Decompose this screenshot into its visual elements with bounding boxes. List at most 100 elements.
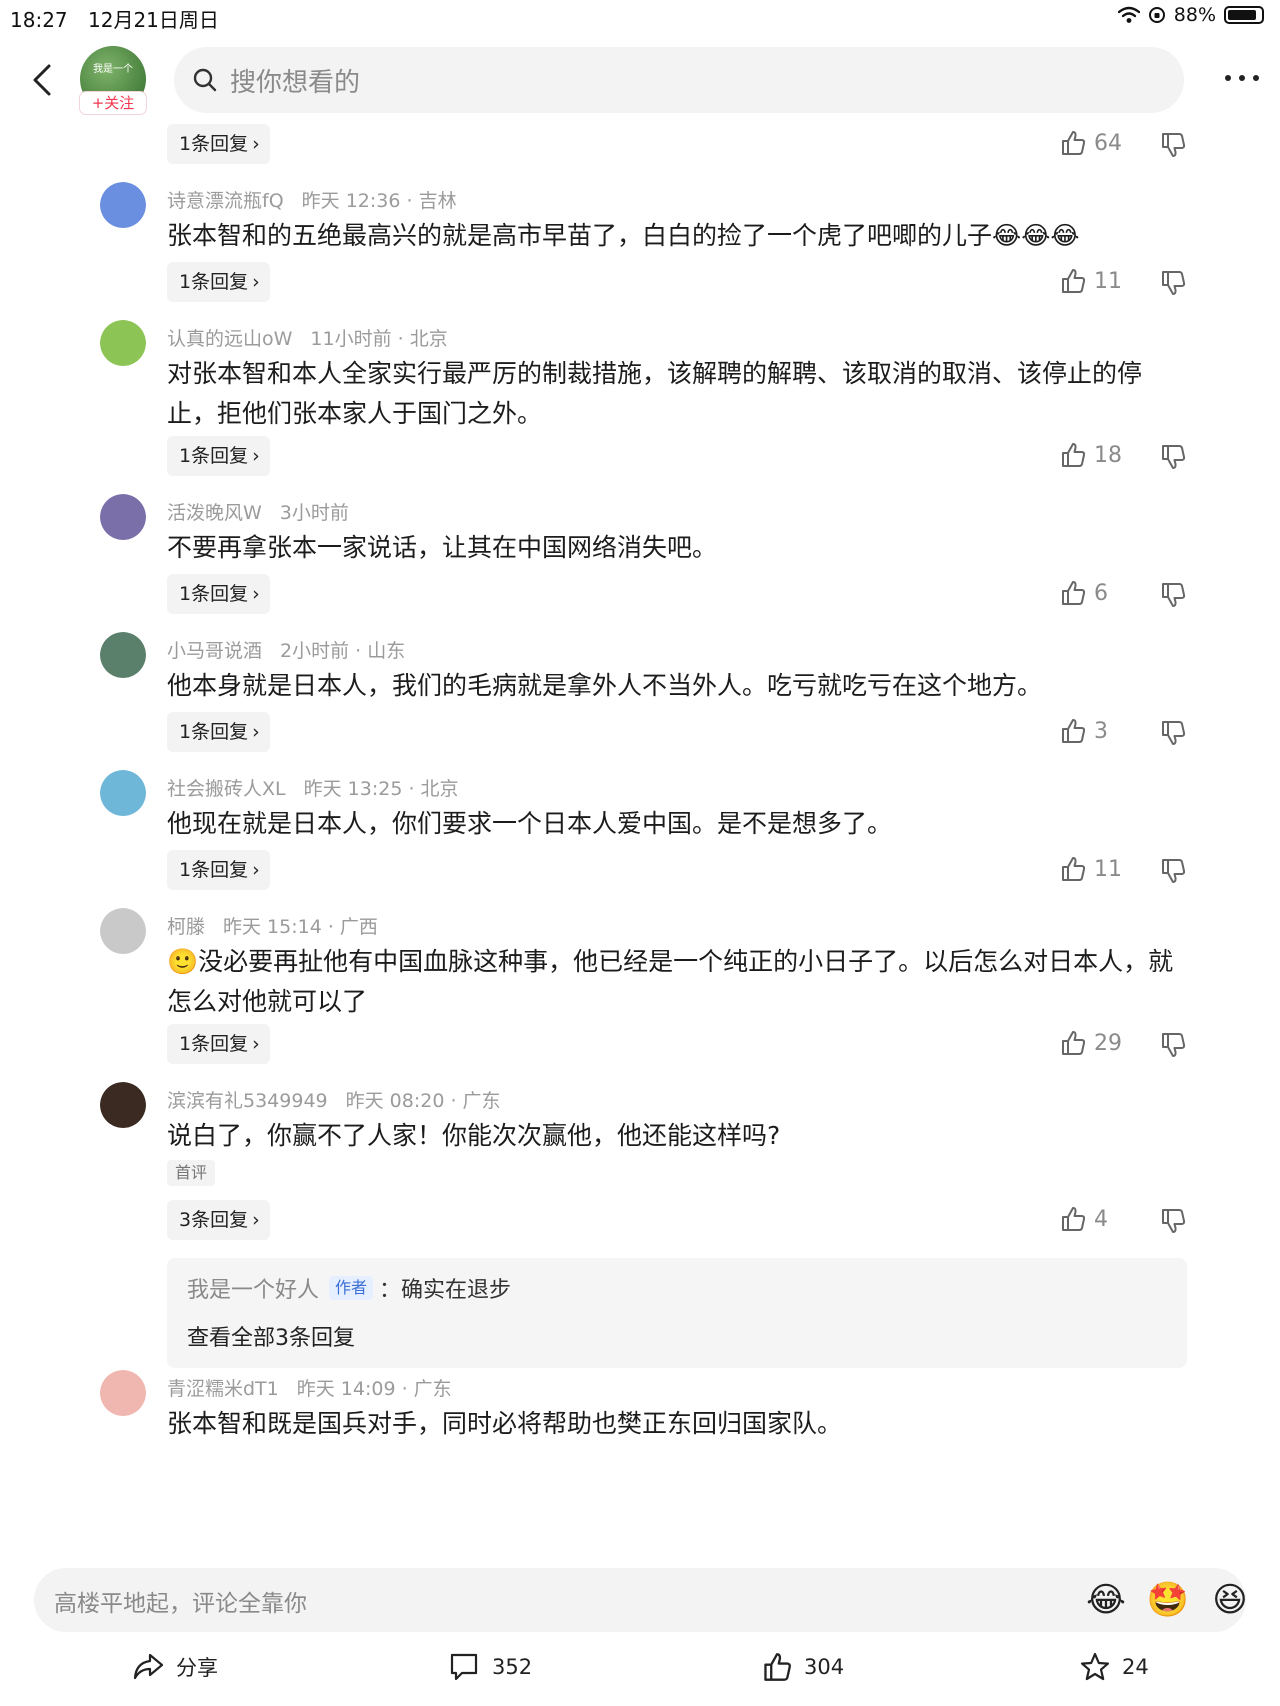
comment-actions: 1条回复 › 11: [0, 262, 1280, 302]
status-bar: 18:27 12月21日周日 88%: [0, 0, 1280, 34]
like-button[interactable]: 18: [1060, 442, 1122, 468]
like-count: 6: [1094, 580, 1108, 606]
username[interactable]: 诗意漂流瓶fQ: [167, 190, 284, 212]
avatar[interactable]: [100, 632, 146, 678]
reply-username[interactable]: 我是一个好人: [187, 1272, 319, 1304]
view-replies-button[interactable]: 3条回复 ›: [167, 1200, 270, 1240]
view-replies-button[interactable]: 1条回复 ›: [167, 124, 270, 164]
like-count: 64: [1094, 130, 1122, 156]
chevron-left-icon: [33, 64, 51, 96]
wifi-icon: [1117, 6, 1140, 23]
dislike-button[interactable]: [1160, 270, 1186, 300]
comment-text: 他现在就是日本人，你们要求一个日本人爱中国。是不是想多了。: [167, 809, 893, 838]
chevron-right-icon: ›: [252, 583, 260, 605]
username[interactable]: 社会搬砖人XL: [167, 778, 286, 800]
avatar-bg: [100, 1370, 146, 1416]
like-button[interactable]: 3: [1060, 718, 1108, 744]
username[interactable]: 认真的远山oW: [167, 328, 292, 350]
avatar-bg: [100, 770, 146, 816]
dislike-button[interactable]: [1160, 582, 1186, 612]
dislike-button[interactable]: [1160, 132, 1186, 162]
comment-meta: 青涩糯米dT1 昨天 14:09 · 广东: [167, 1374, 452, 1401]
comments-button[interactable]: 352: [448, 1652, 532, 1682]
comment-feed[interactable]: 1条回复 › 64 诗意漂流瓶fQ 昨天 12:36 · 吉林 张本智和的五绝最高…: [0, 124, 1280, 1572]
like-button[interactable]: 29: [1060, 1030, 1122, 1056]
like-count: 3: [1094, 718, 1108, 744]
follow-button[interactable]: +关注: [80, 92, 146, 114]
search-placeholder: 搜你想看的: [230, 68, 361, 98]
avatar[interactable]: [100, 1370, 146, 1416]
dislike-button[interactable]: [1160, 1208, 1186, 1238]
replies-count: 1条回复: [179, 271, 249, 293]
avatar[interactable]: [100, 182, 146, 228]
chevron-right-icon: ›: [252, 133, 260, 155]
avatar[interactable]: [100, 494, 146, 540]
laugh-emoji-button[interactable]: 😂: [1084, 1578, 1128, 1622]
like-button[interactable]: 64: [1060, 130, 1122, 156]
thumbs-up-icon: [1062, 581, 1086, 605]
avatar[interactable]: [100, 1082, 146, 1128]
avatar-bg: [100, 1082, 146, 1128]
avatar-bg: [100, 182, 146, 228]
replies-count: 1条回复: [179, 133, 249, 155]
view-replies-button[interactable]: 1条回复 ›: [167, 262, 270, 302]
username[interactable]: 活泼晚风W: [167, 502, 262, 524]
like-count: 11: [1094, 856, 1122, 882]
comment-meta: 活泼晚风W 3小时前: [167, 498, 349, 525]
thumbs-down-icon: [1162, 721, 1186, 745]
thumbs-up-icon: [1062, 1031, 1086, 1055]
like-button[interactable]: 11: [1060, 856, 1122, 882]
thumbs-down-icon: [1162, 859, 1186, 883]
view-replies-button[interactable]: 1条回复 ›: [167, 436, 270, 476]
star-eyes-emoji-button[interactable]: 🤩: [1146, 1578, 1190, 1622]
comment-meta: 柯滕 昨天 15:14 · 广西: [167, 912, 378, 939]
star-icon: [1080, 1652, 1110, 1681]
comment-actions: 1条回复 › 29: [0, 1024, 1280, 1064]
view-replies-button[interactable]: 1条回复 ›: [167, 850, 270, 890]
more-button[interactable]: [1222, 66, 1262, 90]
dislike-button[interactable]: [1160, 444, 1186, 474]
comment-text: 不要再拿张本一家说话，让其在中国网络消失吧。: [167, 533, 718, 562]
share-button[interactable]: 分享: [132, 1652, 218, 1682]
like-article-button[interactable]: 304: [762, 1652, 844, 1682]
comment-input-placeholder: 高楼平地起，评论全靠你: [54, 1591, 307, 1617]
like-button[interactable]: 11: [1060, 268, 1122, 294]
top-header: 我是一个 +关注 搜你想看的: [0, 38, 1280, 124]
username[interactable]: 柯滕: [167, 916, 205, 938]
chevron-right-icon: ›: [252, 1033, 260, 1055]
thumbs-up-icon: [764, 1653, 791, 1681]
view-replies-button[interactable]: 1条回复 ›: [167, 574, 270, 614]
dislike-button[interactable]: [1160, 858, 1186, 888]
like-button[interactable]: 4: [1060, 1206, 1108, 1232]
comment-actions: 1条回复 › 18: [0, 436, 1280, 476]
dislike-button[interactable]: [1160, 1032, 1186, 1062]
chevron-right-icon: ›: [252, 271, 260, 293]
avatar[interactable]: [100, 770, 146, 816]
view-all-replies-link[interactable]: 查看全部3条回复: [187, 1320, 355, 1352]
avatar[interactable]: [100, 320, 146, 366]
comment-text: 他本身就是日本人，我们的毛病就是拿外人不当外人。吃亏就吃亏在这个地方。: [167, 671, 1043, 700]
username[interactable]: 滨滨有礼5349949: [167, 1090, 328, 1112]
view-replies-button[interactable]: 1条回复 ›: [167, 1024, 270, 1064]
search-bar[interactable]: 搜你想看的: [174, 47, 1184, 113]
like-count: 29: [1094, 1030, 1122, 1056]
like-button[interactable]: 6: [1060, 580, 1108, 606]
dislike-button[interactable]: [1160, 720, 1186, 750]
replies-count: 1条回复: [179, 583, 249, 605]
avatar[interactable]: [100, 908, 146, 954]
replies-count: 1条回复: [179, 859, 249, 881]
username[interactable]: 青涩糯米dT1: [167, 1378, 279, 1400]
back-button[interactable]: [24, 60, 64, 100]
thumbs-down-icon: [1162, 1033, 1186, 1057]
author-avatar-text: 我是一个: [93, 64, 133, 75]
comment-time: 3小时前: [279, 502, 349, 524]
comment-actions: 1条回复 › 11: [0, 850, 1280, 890]
reply-preview[interactable]: 我是一个好人 作者 ：确实在退步 查看全部3条回复: [167, 1258, 1187, 1368]
favorite-button[interactable]: 24: [1080, 1652, 1149, 1682]
grin-emoji-button[interactable]: 😆: [1208, 1578, 1252, 1622]
view-replies-button[interactable]: 1条回复 ›: [167, 712, 270, 752]
comment-input[interactable]: 高楼平地起，评论全靠你 😂 🤩 😆: [34, 1568, 1248, 1632]
username[interactable]: 小马哥说酒: [167, 640, 262, 662]
comment-text: 张本智和既是国兵对手，同时必将帮助也樊正东回归国家队。: [167, 1409, 843, 1438]
thumbs-down-icon: [1162, 133, 1186, 157]
